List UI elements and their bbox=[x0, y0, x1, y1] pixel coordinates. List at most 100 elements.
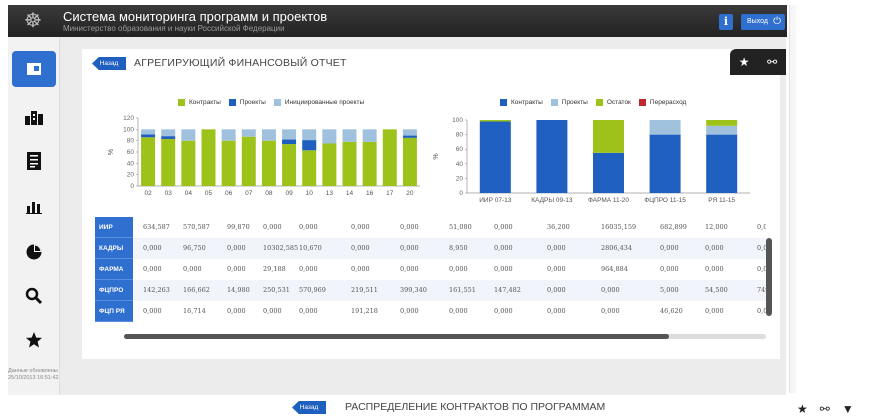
bar-segment bbox=[282, 144, 297, 186]
table-cell: 16,714 bbox=[183, 307, 206, 315]
content-area: ★ ⚯ bbox=[60, 37, 786, 395]
y-tick-label: 100 bbox=[123, 126, 134, 133]
bar-segment bbox=[302, 129, 317, 141]
table-vscroll-thumb[interactable] bbox=[766, 238, 772, 316]
bar-segment bbox=[221, 129, 236, 141]
bar-segment bbox=[706, 134, 738, 193]
sidebar-item-organizations[interactable] bbox=[12, 99, 56, 135]
link-icon[interactable]: ⚯ bbox=[767, 55, 777, 69]
table-cell: 0,000 bbox=[757, 244, 766, 252]
bar-segment bbox=[706, 120, 738, 126]
bar-segment bbox=[201, 129, 216, 186]
bar-segment bbox=[342, 129, 357, 142]
y-tick-label: 20 bbox=[127, 172, 135, 179]
table-cell: 0,000 bbox=[400, 244, 419, 252]
table-cell: 96,750 bbox=[183, 244, 206, 252]
x-tick-label: 20 bbox=[406, 190, 414, 197]
finance-table: ИИР 634,587 570,587 99,870 0,000 0,000 0,000 0,… bbox=[95, 217, 766, 332]
table-cell: 0,000 bbox=[547, 286, 566, 294]
x-tick-label: 07 bbox=[245, 190, 253, 197]
table-row[interactable]: КАДРЫ 0,000 96,750 0,000 10302,585 10,670 0,00… bbox=[95, 238, 766, 259]
bar-segment bbox=[181, 140, 196, 186]
row-header: ФЦП РЯ bbox=[95, 301, 133, 322]
table-cell: 147,482 bbox=[494, 286, 521, 294]
table-cell: 749, bbox=[757, 286, 766, 294]
row-header: КАДРЫ bbox=[95, 238, 133, 259]
table-cell: 0,000 bbox=[449, 265, 468, 273]
x-tick-label: 08 bbox=[265, 190, 273, 197]
sidebar-item-search[interactable] bbox=[12, 278, 56, 314]
app-header: ☸ Система мониторинга программ и проекто… bbox=[8, 5, 787, 37]
bar-segment bbox=[479, 120, 511, 122]
sidebar-item-documents[interactable] bbox=[12, 143, 56, 179]
sidebar-item-statistics[interactable] bbox=[12, 189, 56, 225]
search-icon bbox=[25, 287, 43, 305]
table-cell: 0,000 bbox=[601, 307, 620, 315]
bar-segment bbox=[141, 134, 156, 138]
app-root: ☸ Система мониторинга программ и проекто… bbox=[0, 0, 872, 420]
table-row[interactable]: ФАРМА 0,000 0,000 0,000 29,188 0,000 0,000 0,00… bbox=[95, 259, 766, 280]
table-cell: 0,000 bbox=[227, 307, 246, 315]
table-cell: 0,000 bbox=[494, 307, 513, 315]
sidebar-item-distribution[interactable] bbox=[12, 234, 56, 270]
logout-button[interactable]: Выход ⏻ bbox=[741, 14, 785, 30]
x-tick-label: ИИР 07-13 bbox=[479, 197, 511, 204]
y-tick-label: 60 bbox=[127, 149, 135, 156]
link-icon[interactable]: ⚯ bbox=[820, 402, 830, 416]
x-tick-label: 10 bbox=[306, 190, 314, 197]
bar-segment bbox=[161, 138, 176, 186]
table-cell: 0,000 bbox=[757, 307, 766, 315]
table-row[interactable]: ФЦП РЯ 0,000 16,714 0,000 0,000 0,000 191,218 0… bbox=[95, 301, 766, 322]
bar-segment bbox=[342, 141, 357, 186]
legend-label: Проекты bbox=[239, 99, 266, 106]
bar-segment bbox=[649, 120, 681, 135]
info-button[interactable]: i bbox=[719, 14, 733, 30]
table-hscroll-thumb[interactable] bbox=[124, 334, 669, 339]
x-tick-label: 16 bbox=[366, 190, 374, 197]
bar-segment bbox=[382, 129, 397, 186]
legend-label: Перерасход bbox=[649, 99, 687, 106]
sidebar-item-favorites[interactable] bbox=[12, 322, 56, 358]
table-cell: 5,000 bbox=[660, 286, 679, 294]
sidebar-item-reports[interactable] bbox=[12, 51, 56, 87]
window-scrollbar[interactable] bbox=[789, 5, 796, 393]
row-header: ФАРМА bbox=[95, 259, 133, 280]
table-cell: 99,870 bbox=[227, 223, 250, 231]
y-tick-label: 80 bbox=[456, 132, 464, 139]
table-row[interactable]: ФЦПРО 142,263 166,662 14,980 250,531 570,969 2… bbox=[95, 280, 766, 301]
table-cell: 0,000 bbox=[143, 244, 162, 252]
back-button[interactable]: Назад bbox=[92, 57, 126, 70]
table-cell: 0,000 bbox=[351, 244, 370, 252]
legend-swatch-initiated bbox=[273, 99, 281, 106]
table-cell: 14,980 bbox=[227, 286, 250, 294]
table-cell: 682,899 bbox=[660, 223, 687, 231]
table-cell: 0,000 bbox=[449, 307, 468, 315]
star-icon bbox=[26, 332, 42, 348]
filter-icon[interactable]: ▼ bbox=[842, 402, 854, 416]
favorite-star-icon[interactable]: ★ bbox=[797, 402, 808, 416]
y-tick-label: 20 bbox=[456, 175, 464, 182]
x-tick-label: 09 bbox=[285, 190, 293, 197]
table-cell: 8,950 bbox=[449, 244, 468, 252]
table-cell: 0,000 bbox=[660, 244, 679, 252]
sidebar bbox=[8, 37, 60, 395]
bar-segment bbox=[479, 121, 511, 193]
bar-segment bbox=[241, 136, 256, 186]
legend-label: Контракты bbox=[511, 99, 543, 106]
table-cell: 0,000 bbox=[705, 265, 724, 273]
table-row[interactable]: ИИР 634,587 570,587 99,870 0,000 0,000 0,000 0,… bbox=[95, 217, 766, 238]
y-tick-label: 120 bbox=[123, 115, 134, 122]
bar-segment bbox=[161, 136, 176, 139]
emblem-icon: ☸ bbox=[24, 10, 42, 32]
x-tick-label: 02 bbox=[144, 190, 152, 197]
bar-segment bbox=[161, 129, 176, 137]
row-header: ИИР bbox=[95, 217, 133, 238]
next-back-button[interactable]: Назад bbox=[292, 401, 326, 414]
favorite-star-icon[interactable]: ★ bbox=[739, 55, 750, 69]
reports-icon bbox=[27, 63, 41, 75]
chart2-legend: Контракты Проекты Остаток Перерасход bbox=[500, 99, 690, 106]
x-tick-label: 06 bbox=[225, 190, 233, 197]
table-cell: 250,531 bbox=[263, 286, 290, 294]
table-cell: 51,080 bbox=[449, 223, 472, 231]
table-cell: 16035,159 bbox=[601, 223, 637, 231]
